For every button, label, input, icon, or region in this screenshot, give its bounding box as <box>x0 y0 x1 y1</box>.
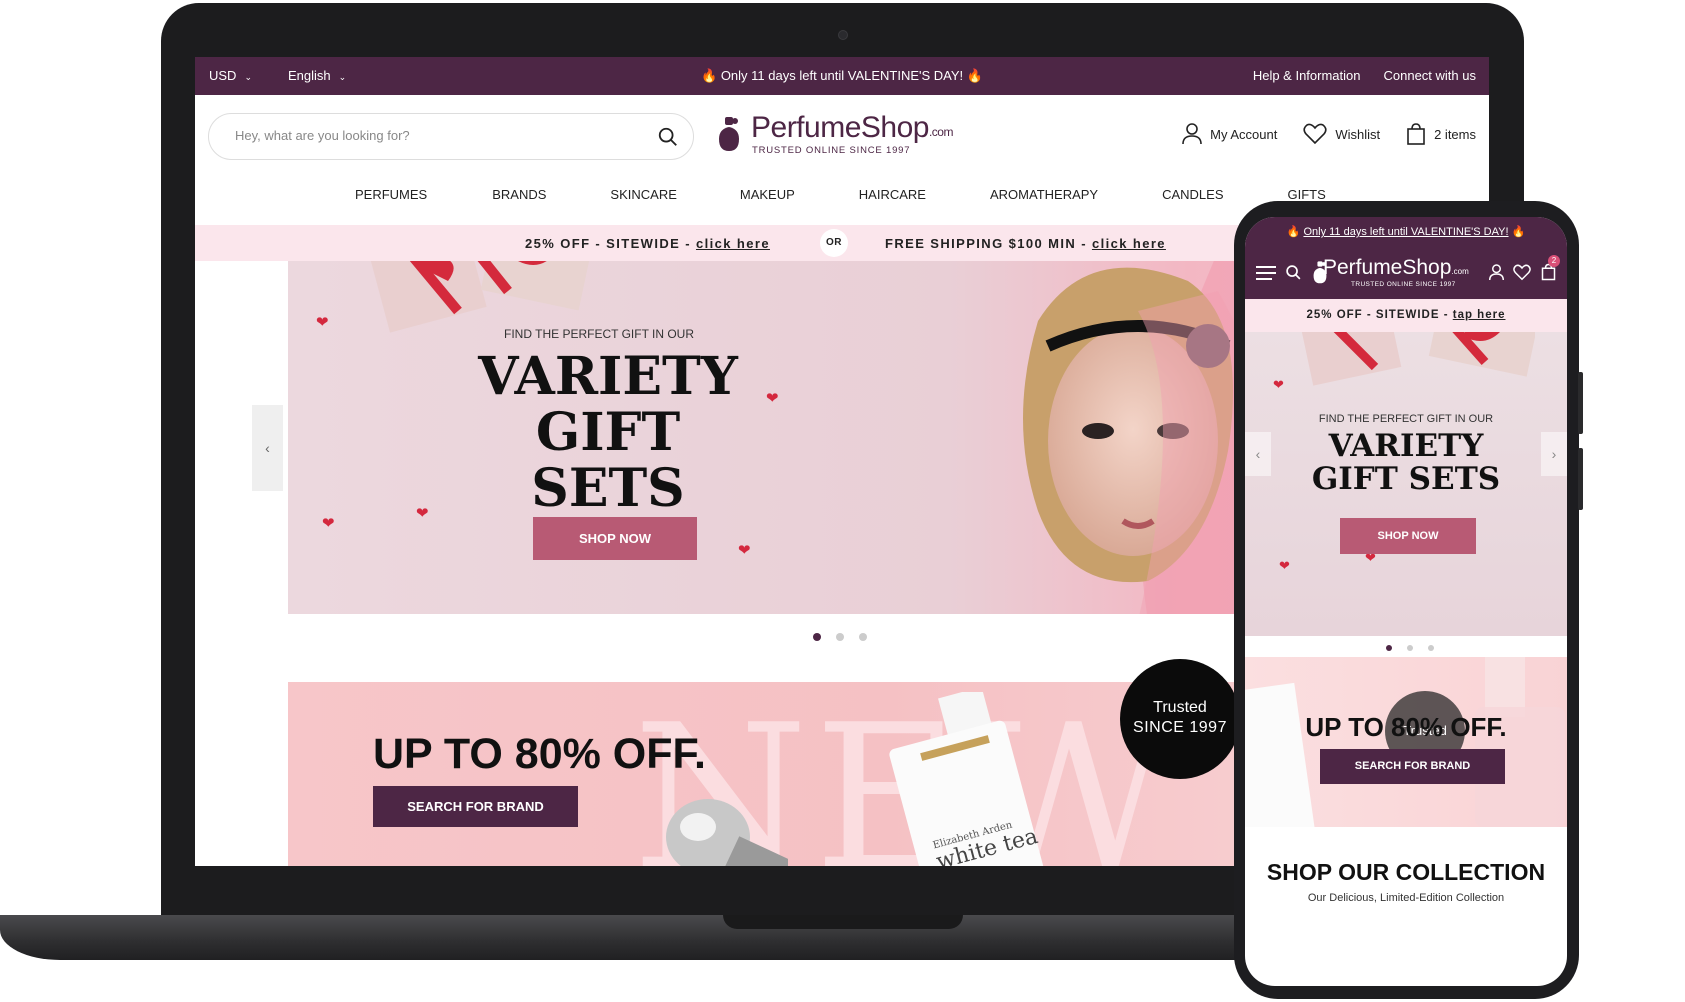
heart-decoration: ❤ <box>738 542 751 559</box>
mobile-search-for-brand-button[interactable]: SEARCH FOR BRAND <box>1320 749 1505 784</box>
hamburger-menu-icon[interactable] <box>1256 265 1276 281</box>
help-link[interactable]: Help & Information <box>1253 68 1361 83</box>
my-account-link[interactable]: My Account <box>1182 123 1277 145</box>
chevron-right-icon: › <box>1551 446 1557 462</box>
perfume-bottle-image: Elizabeth Arden white tea <box>889 692 1047 866</box>
silver-cap-image <box>666 799 788 866</box>
mobile-logo[interactable]: PerfumeShop.com <box>1323 256 1469 280</box>
shopping-bag-icon <box>1407 123 1425 145</box>
site-logo[interactable]: PerfumeShop.com TRUSTED ONLINE SINCE 199… <box>715 111 975 159</box>
perfume-bottle-image <box>1245 682 1315 827</box>
heart-decoration: ❤ <box>1279 558 1290 573</box>
or-badge: OR <box>820 229 848 257</box>
trusted-badge: Trusted SINCE 1997 <box>1120 659 1240 779</box>
sitewide-discount-link[interactable]: tap here <box>1453 309 1506 321</box>
mobile-shop-now-button[interactable]: SHOP NOW <box>1340 518 1476 554</box>
slide-dot[interactable] <box>836 633 844 641</box>
slide-dot[interactable] <box>1386 645 1392 651</box>
mobile-hero-slide[interactable]: ❤ ❤ ❤ FIND THE PERFECT GIFT IN OUR VARIE… <box>1245 332 1567 636</box>
mobile-next-arrow[interactable]: › <box>1541 432 1567 476</box>
nav-brands[interactable]: BRANDS <box>492 187 546 202</box>
mobile-banner-headline: UP TO 80% OFF. <box>1305 712 1507 742</box>
nav-gifts[interactable]: GIFTS <box>1288 187 1326 202</box>
logo-tagline: TRUSTED ONLINE SINCE 1997 <box>752 145 911 156</box>
collection-title: SHOP OUR COLLECTION <box>1266 859 1546 885</box>
mobile-promo-strip: 25% OFF - SITEWIDE - tap here <box>1245 299 1567 332</box>
heart-decoration: ❤ <box>766 390 779 407</box>
phone-side-button <box>1578 372 1583 434</box>
search-box[interactable] <box>208 113 694 160</box>
cart-count-badge: 2 <box>1548 255 1560 267</box>
laptop-camera <box>838 30 848 40</box>
hero-prev-arrow[interactable]: ‹ <box>252 405 283 491</box>
chevron-left-icon: ‹ <box>265 440 270 456</box>
mobile-hero-kicker: FIND THE PERFECT GIFT IN OUR <box>1318 413 1494 425</box>
slide-dot[interactable] <box>859 633 867 641</box>
mobile-screen: 🔥 Only 11 days left until VALENTINE'S DA… <box>1245 217 1567 986</box>
user-icon[interactable] <box>1489 264 1504 281</box>
hero-kicker: FIND THE PERFECT GIFT IN OUR <box>504 327 695 341</box>
mobile-sale-banner[interactable]: Trusted UP TO 80% OFF. SEARCH FOR BRAND <box>1245 657 1567 827</box>
mobile-logo-tagline: TRUSTED ONLINE SINCE 1997 <box>1351 281 1456 288</box>
heart-decoration: ❤ <box>322 515 335 532</box>
search-icon[interactable] <box>657 126 679 148</box>
hero-pagination <box>813 633 867 641</box>
gift-box-image <box>1298 332 1535 386</box>
nav-skincare[interactable]: SKINCARE <box>610 187 676 202</box>
nav-haircare[interactable]: HAIRCARE <box>859 187 926 202</box>
heart-icon[interactable] <box>1513 264 1531 281</box>
phone-side-button <box>1578 448 1583 510</box>
heart-decoration: ❤ <box>1273 377 1284 392</box>
mobile-hero-pagination <box>1386 645 1434 651</box>
search-icon[interactable] <box>1285 264 1302 281</box>
heart-decoration: ❤ <box>416 505 429 522</box>
nav-perfumes[interactable]: PERFUMES <box>355 187 427 202</box>
mobile-hero-title: VARIETY GIFT SETS <box>1311 428 1501 497</box>
chevron-left-icon: ‹ <box>1255 446 1261 462</box>
search-for-brand-button[interactable]: SEARCH FOR BRAND <box>373 786 578 827</box>
free-shipping-link[interactable]: click here <box>1092 236 1166 251</box>
banner-headline: UP TO 80% OFF. <box>373 730 706 778</box>
heart-decoration: ❤ <box>316 314 329 331</box>
slide-dot[interactable] <box>1428 645 1434 651</box>
header: PerfumeShop.com TRUSTED ONLINE SINCE 199… <box>195 95 1489 175</box>
sitewide-discount-link[interactable]: click here <box>696 236 770 251</box>
mobile-announcement[interactable]: 🔥 Only 11 days left until VALENTINE'S DA… <box>1245 217 1567 247</box>
logo-suffix: .com <box>928 125 954 139</box>
logo-name: PerfumeShop <box>751 111 929 144</box>
mobile-header: PerfumeShop.com TRUSTED ONLINE SINCE 199… <box>1245 247 1567 299</box>
wishlist-link[interactable]: Wishlist <box>1303 123 1380 145</box>
heart-icon <box>1303 123 1327 145</box>
slide-dot[interactable] <box>813 633 821 641</box>
user-icon <box>1182 123 1202 145</box>
nav-aromatherapy[interactable]: AROMATHERAPY <box>990 187 1098 202</box>
perfume-bottle-icon <box>719 117 739 151</box>
shop-now-button[interactable]: SHOP NOW <box>533 517 697 560</box>
mobile-prev-arrow[interactable]: ‹ <box>1245 432 1271 476</box>
nav-makeup[interactable]: MAKEUP <box>740 187 795 202</box>
nav-candles[interactable]: CANDLES <box>1162 187 1223 202</box>
laptop-notch <box>723 915 963 929</box>
top-bar: USD ⌄ English ⌄ 🔥 Only 11 days left until … <box>195 57 1489 95</box>
hero-title: VARIETY GIFT SETS <box>478 346 738 519</box>
collection-section: SHOP OUR COLLECTION Our Delicious, Limit… <box>1245 837 1567 904</box>
search-input[interactable] <box>235 128 615 143</box>
collection-subtitle: Our Delicious, Limited-Edition Collectio… <box>1307 892 1505 904</box>
connect-link[interactable]: Connect with us <box>1384 68 1477 83</box>
slide-dot[interactable] <box>1407 645 1413 651</box>
cart-link[interactable]: 2 items <box>1406 123 1476 145</box>
